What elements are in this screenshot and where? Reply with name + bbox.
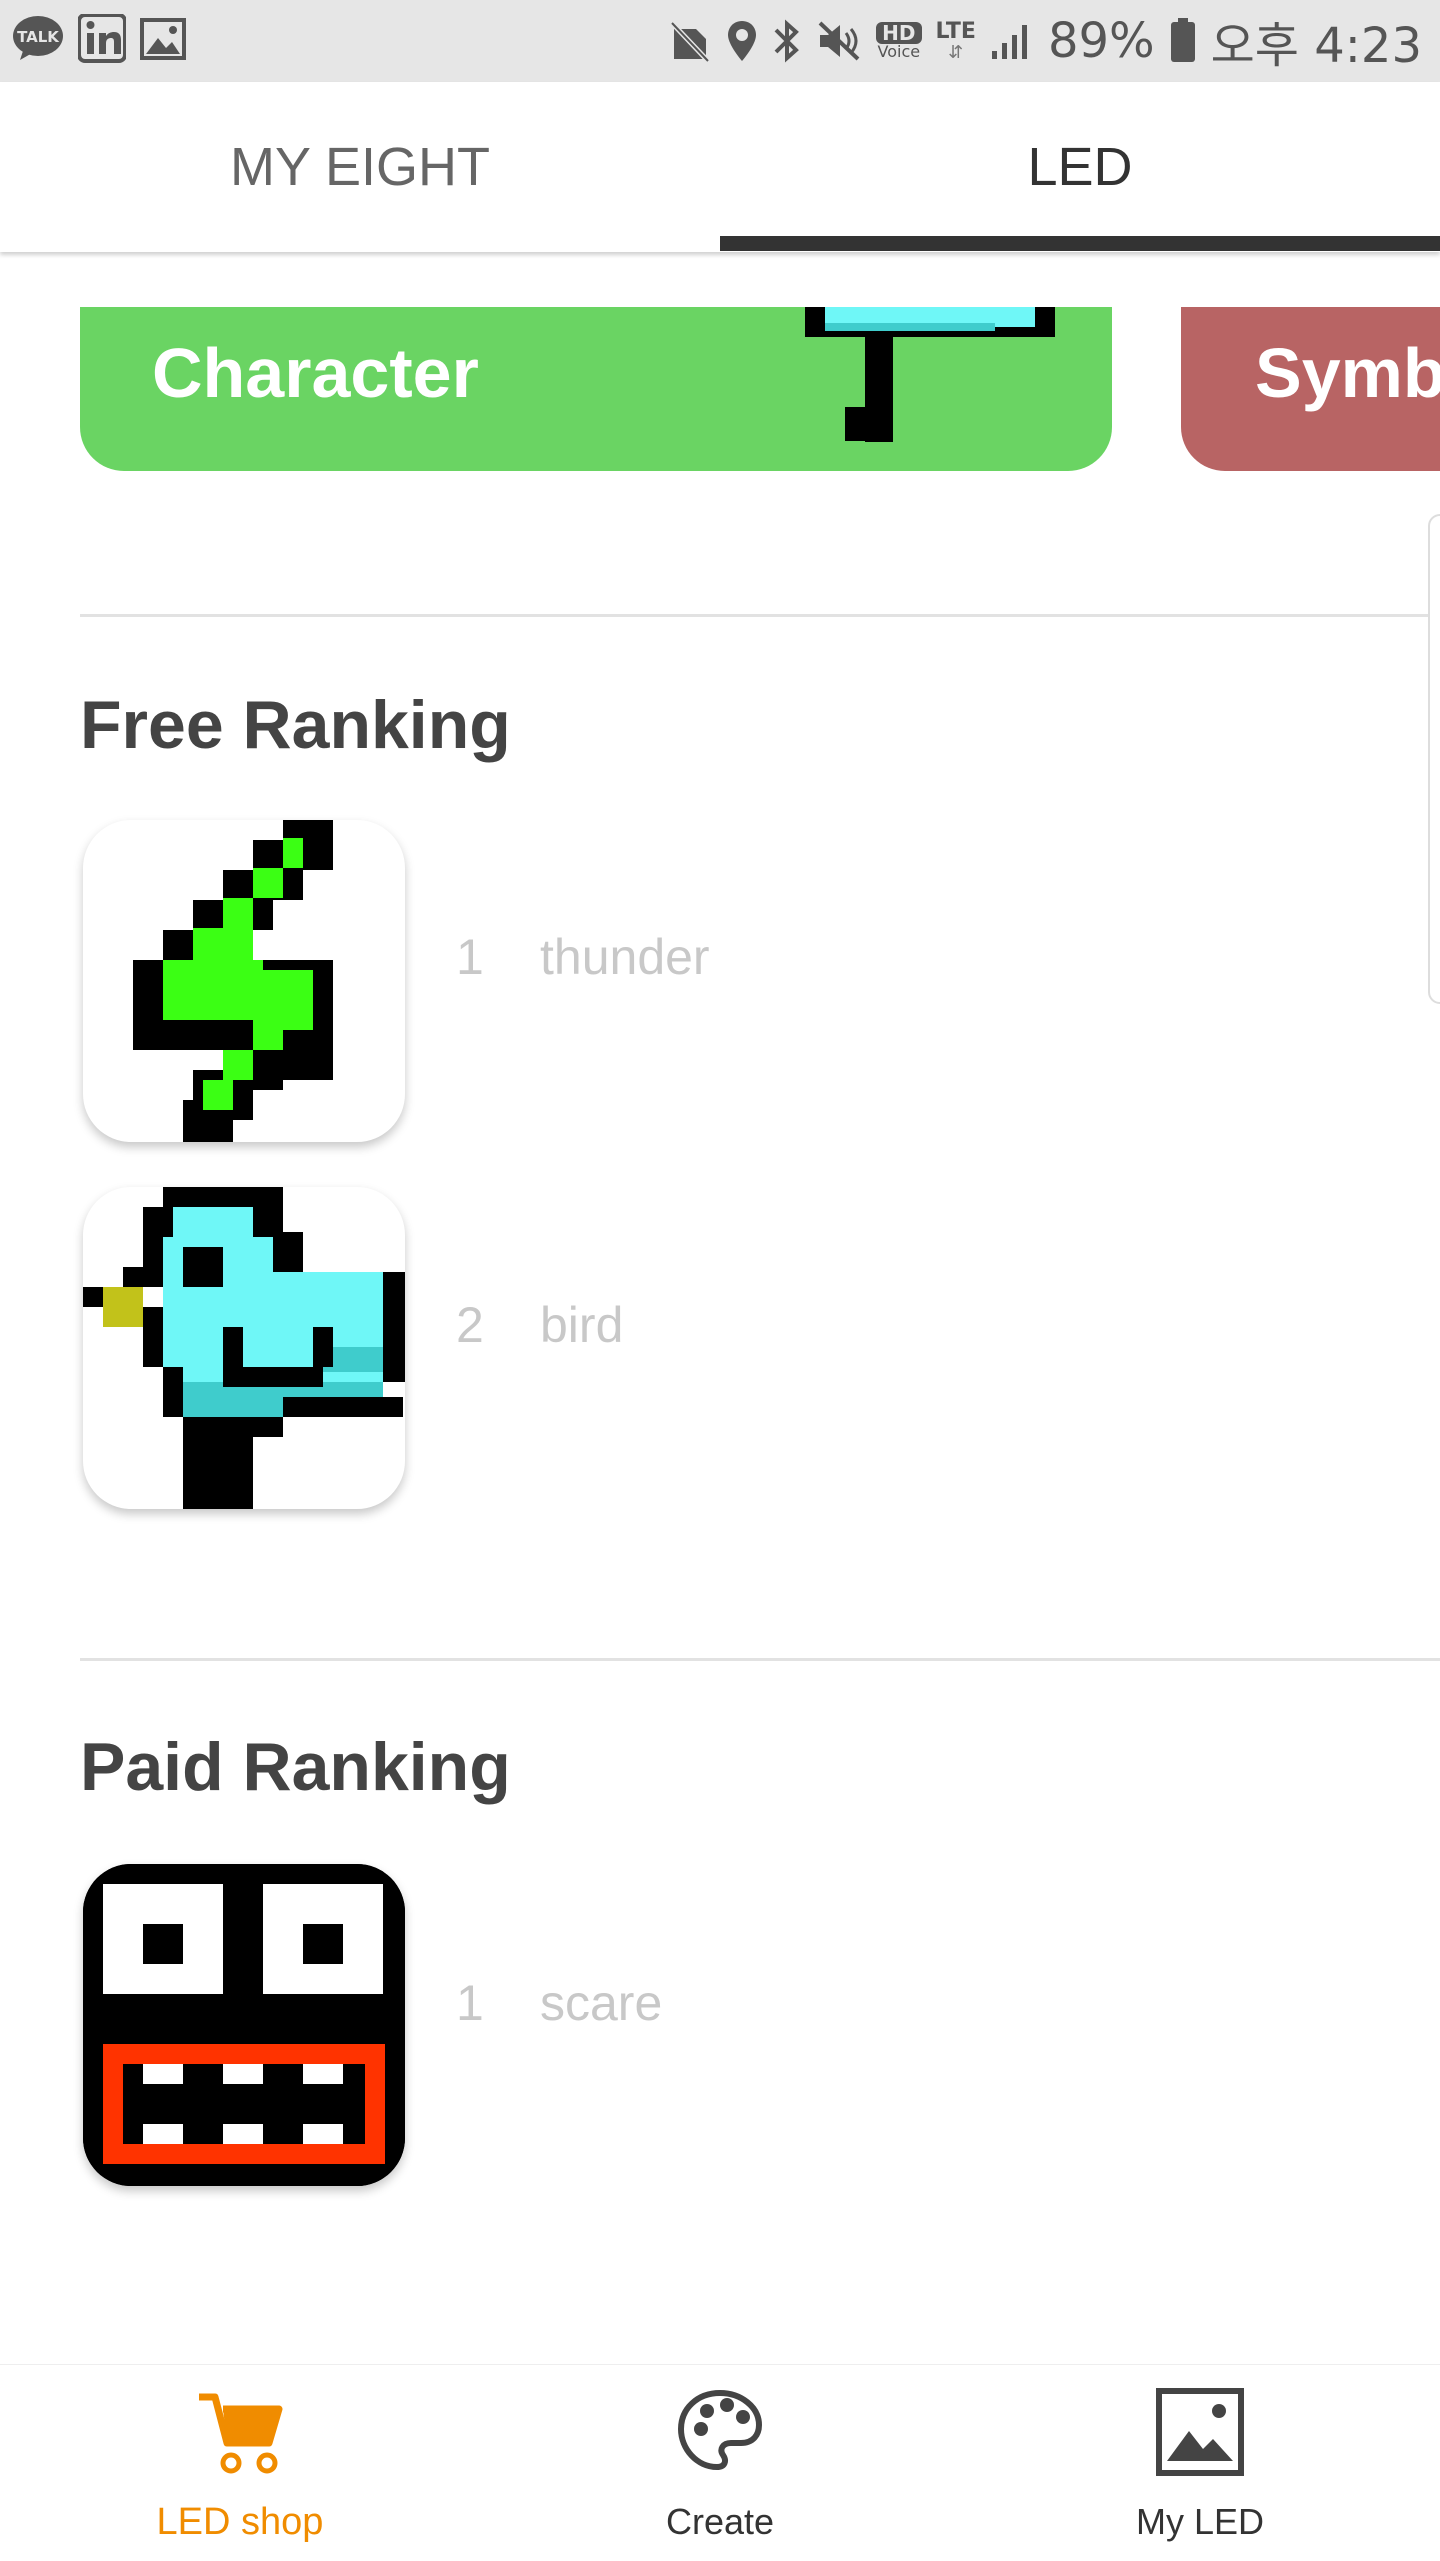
tab-led[interactable]: LED (720, 82, 1440, 252)
free-ranking-title: Free Ranking (80, 687, 511, 763)
palette-icon (675, 2387, 765, 2482)
status-right: HD Voice LTE ⇵ 89% 오후 4:23 (668, 0, 1422, 82)
status-left-icons: TALK (12, 14, 186, 64)
nav-led-shop[interactable]: LED shop (0, 2365, 480, 2561)
status-bar: TALK HD Voice LTE ⇵ 89% 오후 4:23 (0, 0, 1440, 82)
category-card-character[interactable]: Character (80, 307, 1112, 471)
battery-percent: 89% (1047, 13, 1155, 69)
cart-icon (195, 2387, 285, 2482)
hd-voice-icon: HD Voice (876, 21, 922, 61)
bird-pixel-icon (805, 307, 1055, 447)
item-name: thunder (540, 929, 710, 985)
category-card-symbol[interactable]: Symb (1181, 307, 1440, 471)
active-tab-indicator (720, 236, 1440, 251)
lte-icon: LTE ⇵ (935, 19, 976, 62)
top-tabs: MY EIGHT LED (0, 82, 1440, 252)
clock: 오후 4:23 (1210, 18, 1422, 74)
thunder-pixel-icon (83, 820, 405, 1142)
category-label: Symb (1255, 334, 1440, 412)
divider (80, 614, 1440, 617)
scare-pixel-icon (83, 1864, 405, 2186)
bird-pixel-icon (83, 1187, 405, 1509)
no-sim-icon (668, 19, 712, 63)
nav-label: Create (665, 2501, 775, 2542)
nav-label: LED shop (156, 2501, 324, 2543)
item-name: scare (540, 1975, 663, 2031)
nav-create[interactable]: Create (480, 2365, 960, 2561)
picture-icon (1155, 2387, 1245, 2482)
bottom-nav: LED shop Create My LED (0, 2364, 1440, 2561)
battery-icon (1169, 18, 1197, 64)
location-icon (726, 19, 758, 63)
bluetooth-icon (772, 18, 802, 64)
mute-icon (816, 19, 862, 63)
paid-ranking-title: Paid Ranking (80, 1729, 511, 1805)
category-label: Character (152, 334, 479, 412)
nav-label: My LED (1135, 2501, 1265, 2542)
rank-number: 2 (456, 1297, 484, 1353)
divider (80, 1658, 1440, 1661)
image-icon (140, 16, 186, 62)
rank-number: 1 (456, 1975, 484, 2031)
tab-my-eight[interactable]: MY EIGHT (0, 82, 720, 252)
nav-my-led[interactable]: My LED (960, 2365, 1440, 2561)
linkedin-icon (78, 14, 126, 64)
signal-icon (990, 21, 1034, 61)
item-name: bird (540, 1297, 624, 1353)
svg-text:TALK: TALK (17, 28, 60, 46)
rank-number: 1 (456, 929, 484, 985)
talk-icon: TALK (12, 14, 64, 64)
scroll-handle[interactable] (1428, 514, 1440, 1004)
